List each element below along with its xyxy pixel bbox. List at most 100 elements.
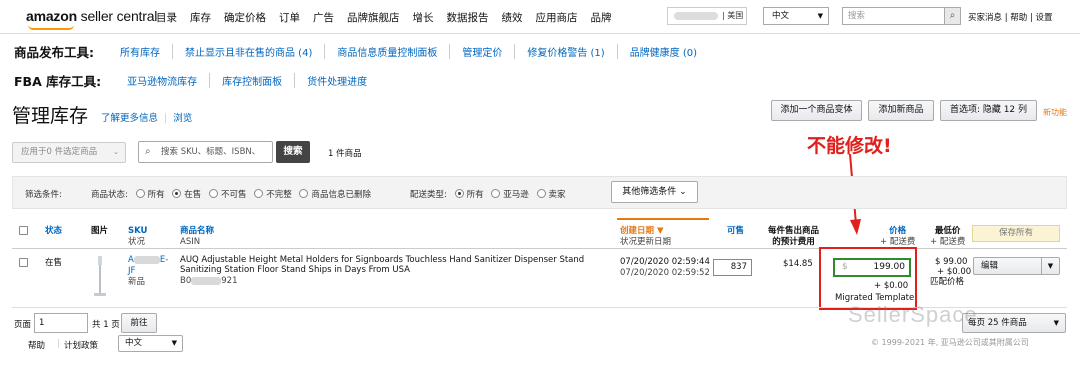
status-option-deleted: 商品信息已删除 — [311, 190, 371, 200]
menu-advertising[interactable]: 广告 — [313, 10, 334, 25]
row-checkbox[interactable] — [19, 258, 28, 267]
apply-to-selected-dropdown[interactable]: 应用于0 件选定商品 ⌄ — [12, 142, 126, 163]
other-filters-button[interactable]: 其他筛选条件 ⌄ — [611, 181, 698, 203]
apply-label: 应用于0 件选定商品 — [21, 147, 98, 157]
footer-policy-link[interactable]: 计划政策 — [64, 339, 98, 351]
redacted-asin — [191, 276, 222, 285]
tool-shipment-progress[interactable]: 货件处理进度 — [295, 73, 379, 88]
status-radio-deleted[interactable] — [299, 189, 309, 198]
page-title-links: 了解更多信息 | 浏览 — [101, 113, 193, 124]
menu-pricing[interactable]: 确定价格 — [224, 10, 266, 25]
filter-bar: 筛选条件: 商品状态: 所有 在售 不可售 不完整 商品信息已删除 配送类型: … — [12, 176, 1067, 209]
chevron-down-icon: ▼ — [1053, 319, 1059, 327]
row-sku-value-2: JF — [128, 266, 136, 276]
fulfillment-radio-amazon[interactable] — [491, 189, 501, 198]
status-radio-incomplete[interactable] — [254, 189, 264, 198]
search-icon[interactable]: ⌕ — [944, 7, 961, 25]
add-variant-button[interactable]: 添加一个商品变体 — [771, 100, 862, 121]
tool-fix-price-alerts[interactable]: 修复价格警告 (1) — [515, 43, 618, 59]
header-price[interactable]: 价格 + 配送费 — [880, 226, 915, 248]
chevron-down-icon[interactable]: ▼ — [1041, 258, 1059, 274]
row-condition: 新品 — [128, 277, 146, 287]
search-button[interactable]: 搜索 — [276, 141, 310, 163]
header-product-name[interactable]: 商品名称 ASIN — [180, 226, 214, 248]
fulfillment-filter-label: 配送类型: — [410, 190, 447, 200]
header-name-label: 商品名称 — [180, 226, 215, 236]
footer-language-select[interactable]: 中文 ▼ — [118, 335, 183, 352]
row-created-date: 07/20/2020 02:59:44 — [620, 257, 710, 267]
price-input[interactable]: $ 199.00 — [833, 258, 911, 277]
tool-brand-health[interactable]: 品牌健康度 (0) — [618, 44, 709, 59]
header-created-date[interactable]: 创建日期 ▼ 状况更新日期 — [620, 226, 671, 248]
sku-search-input[interactable]: ⌕ 搜索 SKU、标题、ISBN、 — [138, 141, 273, 163]
footer-help-link[interactable]: 帮助 — [28, 339, 45, 351]
header-status[interactable]: 状态 — [45, 226, 62, 237]
fulfillment-radio-all[interactable] — [454, 189, 464, 198]
edit-button[interactable]: 编辑 ▼ — [973, 257, 1060, 275]
tool-suppressed[interactable]: 禁止显示且非在售的商品 (4) — [173, 43, 326, 59]
price-currency: $ — [842, 262, 848, 272]
tool-manage-pricing[interactable]: 管理定价 — [450, 43, 516, 59]
header-sku[interactable]: SKU 状况 — [128, 226, 147, 248]
redacted-account-name — [674, 12, 718, 20]
menu-catalog[interactable]: 目录 — [156, 10, 177, 25]
status-radio-inactive[interactable] — [209, 189, 219, 198]
chevron-down-icon: ▼ — [171, 339, 177, 347]
go-button[interactable]: 前往 — [121, 313, 157, 333]
page-number-input[interactable]: 1 — [34, 313, 88, 333]
browse-link[interactable]: 浏览 — [173, 113, 192, 124]
language-select[interactable]: 中文 ▼ — [763, 7, 829, 25]
status-radio-active[interactable] — [172, 189, 182, 198]
menu-appstore[interactable]: 应用商店 — [536, 10, 578, 25]
row-sku[interactable]: A E- JF 新品 — [128, 255, 168, 288]
add-product-button[interactable]: 添加新商品 — [868, 100, 934, 121]
row-asin: B0 921 — [180, 276, 238, 286]
match-price-link[interactable]: 匹配价格 — [930, 277, 964, 288]
row-product-title[interactable]: AUQ Adjustable Height Metal Holders for … — [180, 255, 610, 275]
page-label: 页面 — [14, 320, 32, 330]
menu-brands[interactable]: 品牌 — [591, 10, 612, 25]
header-available[interactable]: 可售 — [727, 226, 744, 237]
header-fee: 每件售出商品 的预计费用 — [768, 226, 819, 248]
header-image: 图片 — [91, 226, 109, 236]
header-sku-sub: 状况 — [128, 237, 146, 247]
filters-label: 筛选条件: — [25, 190, 62, 200]
account-switcher[interactable]: | 美国 — [667, 7, 747, 25]
tool-quality-dashboard[interactable]: 商品信息质量控制面板 — [325, 43, 451, 59]
available-quantity-input[interactable]: 837 — [713, 259, 752, 276]
menu-reports[interactable]: 数据报告 — [447, 10, 489, 25]
status-option-active: 在售 — [184, 190, 202, 200]
save-all-button[interactable]: 保存所有 — [972, 225, 1060, 242]
amazon-smile-icon — [28, 25, 74, 30]
tool-fba-inventory[interactable]: 亚马逊物流库存 — [115, 72, 211, 88]
menu-stores[interactable]: 品牌旗舰店 — [347, 10, 400, 25]
edit-label: 编辑 — [981, 261, 999, 271]
sku-search-placeholder: 搜索 SKU、标题、ISBN、 — [161, 147, 261, 157]
status-radio-all[interactable] — [135, 189, 145, 198]
header-lowest-label: 最低价 — [934, 226, 961, 236]
footer-language-value: 中文 — [125, 338, 143, 348]
fulfillment-radio-seller[interactable] — [536, 189, 546, 198]
row-estimated-fee[interactable]: $14.85 — [783, 259, 813, 270]
tool-all-inventory[interactable]: 所有库存 — [108, 43, 173, 59]
global-search-input[interactable]: 搜索 ⌕ — [842, 7, 961, 25]
menu-growth[interactable]: 增长 — [413, 10, 434, 25]
header-created-sub: 状况更新日期 — [620, 237, 672, 247]
menu-inventory[interactable]: 库存 — [190, 10, 211, 25]
header-links[interactable]: 买家消息 | 帮助 | 设置 — [968, 11, 1053, 23]
preferences-button[interactable]: 首选项: 隐藏 12 列 — [940, 100, 1037, 121]
fulfillment-option-all: 所有 — [466, 190, 484, 200]
tool-inventory-dashboard[interactable]: 库存控制面板 — [210, 72, 296, 88]
menu-performance[interactable]: 绩效 — [502, 10, 523, 25]
other-filters-label: 其他筛选条件 — [622, 187, 677, 197]
header-sku-label: SKU — [128, 226, 148, 236]
marketplace-label: | 美国 — [722, 11, 744, 20]
page-title: 管理库存 — [12, 105, 89, 127]
amazon-seller-central-logo[interactable]: amazon seller central — [26, 8, 157, 24]
menu-orders[interactable]: 订单 — [279, 10, 300, 25]
learn-more-link[interactable]: 了解更多信息 — [101, 113, 158, 124]
page-total: 共 1 页 — [92, 320, 120, 330]
chevron-down-icon: ⌄ — [113, 148, 119, 156]
product-thumbnail[interactable] — [93, 256, 107, 299]
select-all-checkbox[interactable] — [19, 226, 28, 235]
